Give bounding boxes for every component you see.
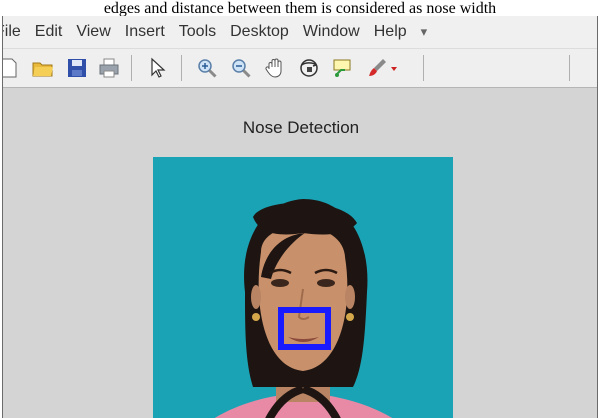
menu-edit[interactable]: Edit: [35, 23, 63, 41]
image-axes: [153, 157, 453, 418]
portrait-image: [153, 157, 453, 418]
menu-view[interactable]: View: [76, 23, 110, 41]
menu-file[interactable]: File: [3, 23, 21, 41]
figure-caption: edges and distance between them is consi…: [0, 0, 600, 17]
toolbar-separator: [131, 55, 132, 81]
toolbar-separator: [569, 55, 570, 81]
menu-help[interactable]: Help: [374, 23, 407, 41]
menu-tools[interactable]: Tools: [179, 23, 216, 41]
menu-overflow-icon[interactable]: ▾: [421, 24, 428, 40]
toolbar-separator: [181, 55, 182, 81]
menu-insert[interactable]: Insert: [125, 23, 165, 41]
brush-dropdown-icon[interactable]: [387, 55, 401, 81]
rotate-3d-icon[interactable]: [295, 55, 323, 81]
figure-title: Nose Detection: [242, 118, 360, 137]
menu-bar: File Edit View Insert Tools Desktop Wind…: [3, 16, 597, 48]
pointer-icon[interactable]: [143, 55, 171, 81]
matlab-figure-window: File Edit View Insert Tools Desktop Wind…: [2, 16, 598, 418]
toolbar-separator: [423, 55, 424, 81]
menu-window[interactable]: Window: [303, 23, 360, 41]
zoom-in-icon[interactable]: [193, 55, 221, 81]
pan-icon[interactable]: [261, 55, 289, 81]
menu-desktop[interactable]: Desktop: [230, 23, 289, 41]
new-figure-icon[interactable]: [3, 55, 23, 81]
figure-toolbar: [3, 48, 597, 88]
print-icon[interactable]: [95, 55, 123, 81]
open-file-icon[interactable]: [29, 55, 57, 81]
zoom-out-icon[interactable]: [227, 55, 255, 81]
save-icon[interactable]: [63, 55, 91, 81]
data-cursor-icon[interactable]: [329, 55, 357, 81]
